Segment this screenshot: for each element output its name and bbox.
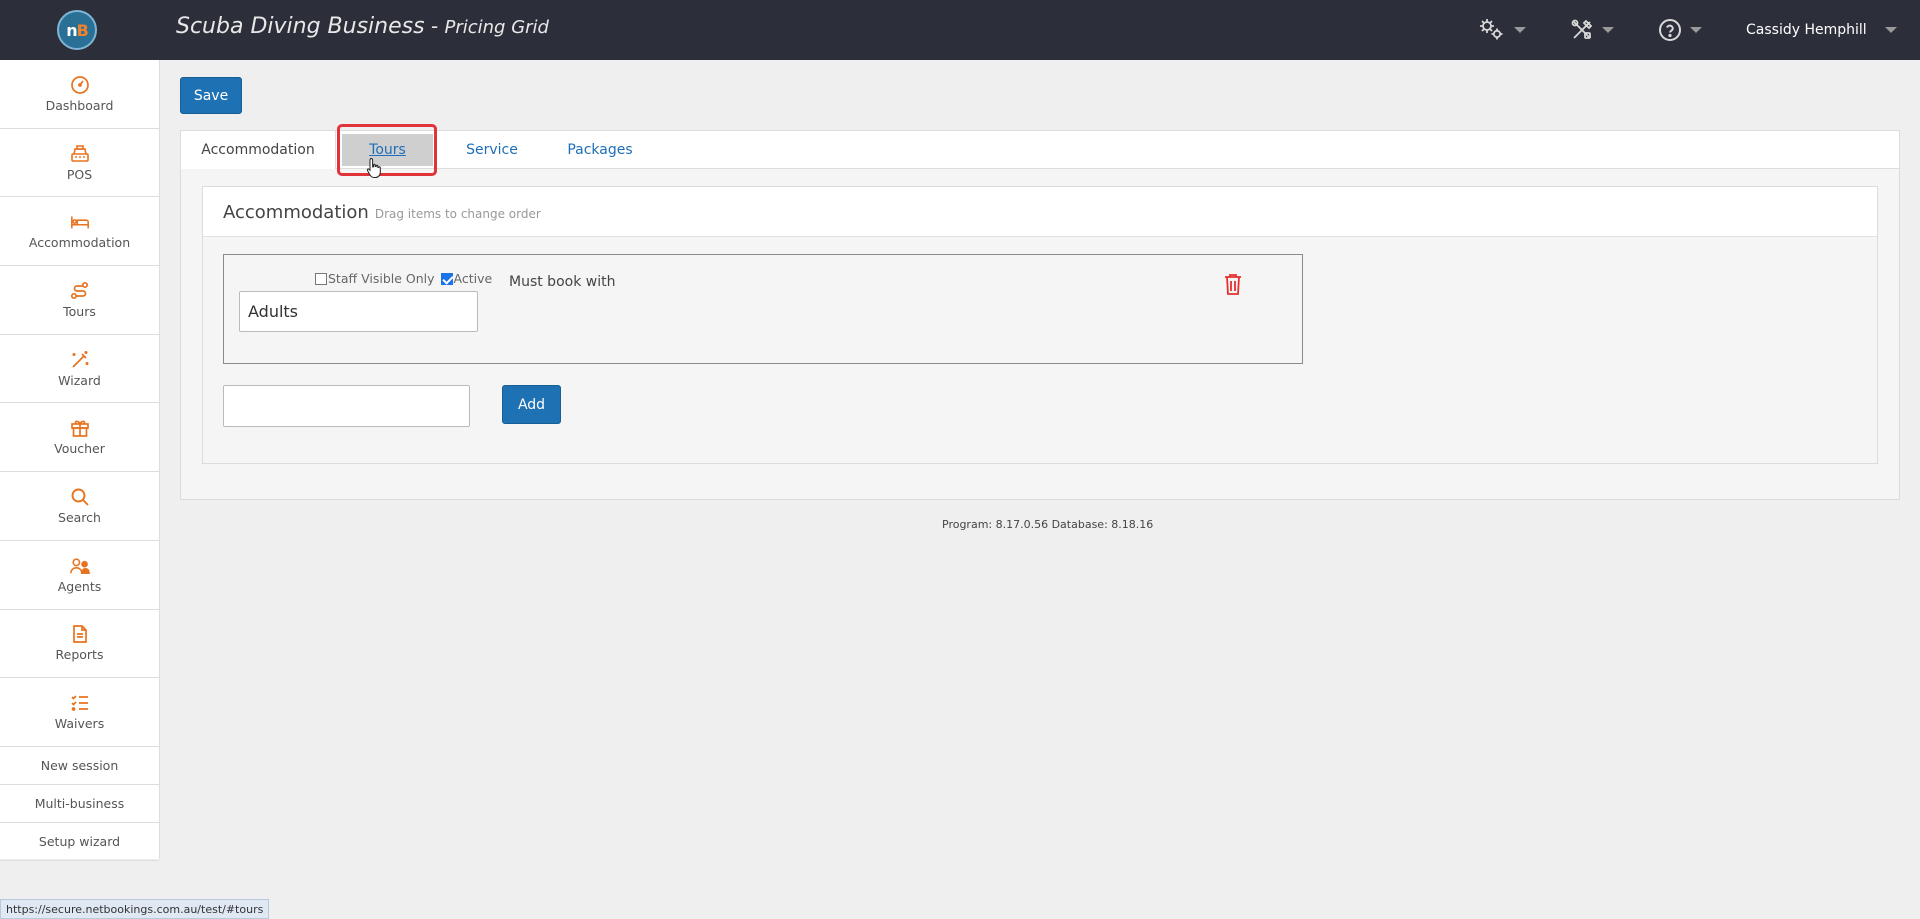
sidebar-item-label: Agents (57, 578, 102, 594)
user-menu[interactable]: Cassidy Hemphill (1746, 17, 1897, 43)
sidebar-item-label: Search (58, 509, 101, 525)
app-name: Scuba Diving Business (176, 14, 425, 39)
sidebar-item-voucher[interactable]: Voucher (0, 403, 159, 473)
checklist-icon (70, 695, 88, 711)
sidebar-item-waivers[interactable]: Waivers (0, 678, 159, 747)
chevron-down-icon (1884, 27, 1897, 33)
page-title: Scuba Diving Business - Pricing Grid (176, 14, 549, 39)
version-info: Program: 8.17.0.56 Database: 8.18.16 (942, 518, 1154, 531)
sidebar-link-new-session[interactable]: New session (0, 747, 159, 785)
section-header: Accommodation Drag items to change order (203, 187, 1877, 237)
sidebar-item-search[interactable]: Search (0, 472, 159, 541)
help-menu[interactable] (1658, 17, 1702, 43)
sidebar-item-label: Reports (55, 647, 104, 663)
tools-menu[interactable] (1570, 17, 1614, 43)
sidebar-item-reports[interactable]: Reports (0, 610, 159, 679)
item-name-input[interactable]: Adults (239, 291, 478, 332)
sidebar-item-label: Dashboard (45, 97, 114, 113)
top-bar: nB Scuba Diving Business - Pricing Grid (0, 0, 1920, 60)
page-name: Pricing Grid (444, 17, 549, 38)
dashboard-icon (70, 75, 89, 94)
tab-service[interactable]: Service (453, 131, 531, 169)
tab-accommodation[interactable]: Accommodation (181, 131, 336, 169)
sidebar-item-label: Tours (63, 303, 96, 319)
tab-packages[interactable]: Packages (551, 131, 649, 169)
settings-menu[interactable] (1478, 17, 1526, 43)
report-icon (72, 625, 87, 644)
active-label: Active (453, 271, 493, 286)
sidebar-item-tours[interactable]: Tours (0, 266, 159, 335)
sidebar-item-agents[interactable]: Agents (0, 541, 159, 610)
help-icon (1659, 19, 1681, 41)
add-button[interactable]: Add (502, 385, 561, 424)
route-icon (70, 281, 88, 299)
staff-visible-checkbox[interactable] (315, 272, 327, 285)
user-name: Cassidy Hemphill (1746, 22, 1867, 38)
sidebar-item-label: Accommodation (28, 235, 131, 251)
section-hint: Drag items to change order (374, 207, 541, 221)
pricing-grid-panel: Accommodation Tours Service Packages Acc… (180, 130, 1900, 500)
netbookings-logo[interactable]: nB (57, 10, 97, 50)
sidebar-item-wizard[interactable]: Wizard (0, 335, 159, 404)
sidebar-item-label: Voucher (54, 441, 105, 457)
tab-bar: Accommodation Tours Service Packages (181, 131, 1899, 169)
new-item-input[interactable] (223, 385, 470, 427)
tab-tours[interactable]: Tours (342, 134, 433, 166)
chevron-down-icon (1690, 27, 1702, 33)
sidebar-link-setup-wizard[interactable]: Setup wizard (0, 823, 159, 861)
trash-icon[interactable] (1224, 273, 1242, 295)
sidebar-item-dashboard[interactable]: Dashboard (0, 60, 159, 129)
bed-icon (70, 216, 89, 229)
sidebar-item-label: POS (66, 166, 93, 182)
chevron-down-icon (1514, 27, 1526, 33)
title-separator: - (424, 14, 445, 38)
status-bar-url: https://secure.netbookings.com.au/test/#… (0, 899, 270, 919)
settings-gears-icon (1480, 19, 1503, 40)
cash-register-icon (70, 144, 89, 162)
must-book-with-label: Must book with (509, 274, 616, 290)
accommodation-section: Accommodation Drag items to change order… (202, 186, 1878, 464)
save-button[interactable]: Save (180, 77, 242, 114)
hand-cursor-icon (366, 157, 381, 178)
tools-icon (1571, 19, 1593, 39)
agents-icon (69, 558, 90, 574)
gift-icon (70, 420, 89, 438)
sidebar-link-multi-business[interactable]: Multi-business (0, 785, 159, 823)
magic-wand-icon (71, 350, 88, 368)
sidebar-item-label: Wizard (58, 372, 101, 388)
chevron-down-icon (1602, 27, 1614, 33)
sidebar: Dashboard POS Accommodation Tours Wizard… (0, 60, 160, 861)
search-icon (71, 488, 89, 506)
pricing-item[interactable]: Staff Visible Only Active Adults Must bo… (223, 254, 1303, 364)
sidebar-item-accommodation[interactable]: Accommodation (0, 197, 159, 267)
sidebar-item-pos[interactable]: POS (0, 129, 159, 198)
sidebar-item-label: Waivers (54, 716, 105, 732)
item-flags: Staff Visible Only Active (315, 271, 492, 286)
staff-visible-label: Staff Visible Only (328, 271, 435, 286)
section-title: Accommodation (223, 202, 369, 223)
active-checkbox[interactable] (440, 272, 453, 285)
